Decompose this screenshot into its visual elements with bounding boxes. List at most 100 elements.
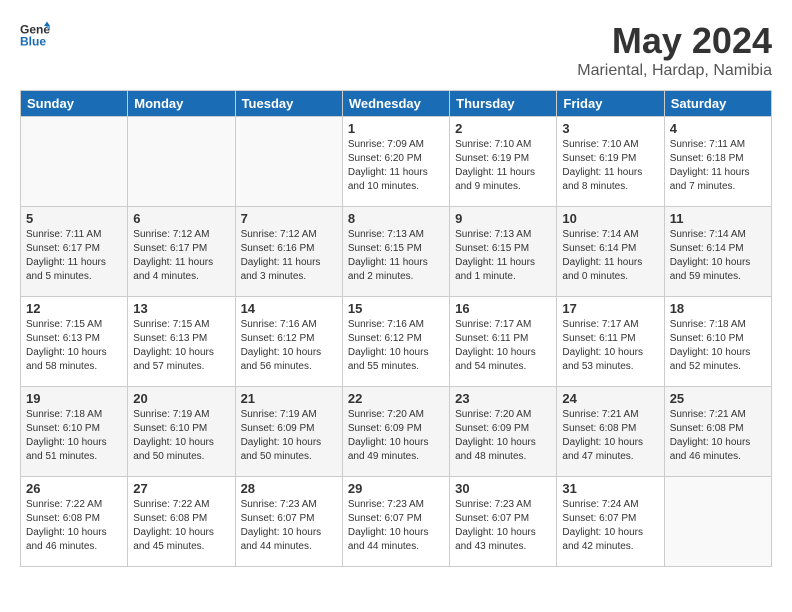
calendar-cell: 19 Sunrise: 7:18 AM Sunset: 6:10 PM Dayli… xyxy=(21,387,128,477)
day-info: Sunrise: 7:12 AM Sunset: 6:17 PM Dayligh… xyxy=(133,228,229,284)
day-info: Sunrise: 7:15 AM Sunset: 6:13 PM Dayligh… xyxy=(26,318,122,374)
header: General Blue May 2024 Mariental, Hardap,… xyxy=(20,20,772,80)
calendar-cell: 15Sunrise: 7:16 AM Sunset: 6:12 PM Dayli… xyxy=(342,297,449,387)
day-number: 25 xyxy=(670,391,766,406)
calendar-cell: 11 Sunrise: 7:14 AM Sunset: 6:14 PM Dayli… xyxy=(664,207,771,297)
day-info: Sunrise: 7:11 AM Sunset: 6:18 PM Dayligh… xyxy=(670,138,766,194)
calendar-cell: 9 Sunrise: 7:13 AM Sunset: 6:15 PM Daylig… xyxy=(450,207,557,297)
day-info: Sunrise: 7:23 AM Sunset: 6:07 PM Dayligh… xyxy=(241,498,337,554)
calendar-cell: 17Sunrise: 7:17 AM Sunset: 6:11 PM Dayli… xyxy=(557,297,664,387)
calendar-title: May 2024 xyxy=(577,20,772,62)
day-info: Sunrise: 7:10 AM Sunset: 6:19 PM Dayligh… xyxy=(562,138,658,194)
day-number: 21 xyxy=(241,391,337,406)
day-info: Sunrise: 7:19 AM Sunset: 6:09 PM Dayligh… xyxy=(241,408,337,464)
calendar-cell: 5 Sunrise: 7:11 AM Sunset: 6:17 PM Daylig… xyxy=(21,207,128,297)
calendar-cell: 13 Sunrise: 7:15 AM Sunset: 6:13 PM Dayli… xyxy=(128,297,235,387)
calendar-cell: 6 Sunrise: 7:12 AM Sunset: 6:17 PM Daylig… xyxy=(128,207,235,297)
day-info: Sunrise: 7:18 AM Sunset: 6:10 PM Dayligh… xyxy=(670,318,766,374)
day-info: Sunrise: 7:14 AM Sunset: 6:14 PM Dayligh… xyxy=(562,228,658,284)
day-info: Sunrise: 7:12 AM Sunset: 6:16 PM Dayligh… xyxy=(241,228,337,284)
day-number: 28 xyxy=(241,481,337,496)
day-info: Sunrise: 7:20 AM Sunset: 6:09 PM Dayligh… xyxy=(455,408,551,464)
calendar-week-5: 26 Sunrise: 7:22 AM Sunset: 6:08 PM Dayli… xyxy=(21,477,772,567)
calendar-cell: 10 Sunrise: 7:14 AM Sunset: 6:14 PM Dayli… xyxy=(557,207,664,297)
day-number: 20 xyxy=(133,391,229,406)
day-number: 4 xyxy=(670,121,766,136)
calendar-cell: 30 Sunrise: 7:23 AM Sunset: 6:07 PM Dayli… xyxy=(450,477,557,567)
calendar-week-2: 5 Sunrise: 7:11 AM Sunset: 6:17 PM Daylig… xyxy=(21,207,772,297)
day-info: Sunrise: 7:14 AM Sunset: 6:14 PM Dayligh… xyxy=(670,228,766,284)
calendar-cell: 12 Sunrise: 7:15 AM Sunset: 6:13 PM Dayli… xyxy=(21,297,128,387)
day-number: 8 xyxy=(348,211,444,226)
day-info: Sunrise: 7:16 AM Sunset: 6:12 PM Dayligh… xyxy=(348,318,444,374)
day-number: 3 xyxy=(562,121,658,136)
day-info: Sunrise: 7:11 AM Sunset: 6:17 PM Dayligh… xyxy=(26,228,122,284)
logo-icon: General Blue xyxy=(20,20,50,50)
logo: General Blue xyxy=(20,20,50,50)
day-info: Sunrise: 7:15 AM Sunset: 6:13 PM Dayligh… xyxy=(133,318,229,374)
day-number: 2 xyxy=(455,121,551,136)
calendar-cell: 14Sunrise: 7:16 AM Sunset: 6:12 PM Dayli… xyxy=(235,297,342,387)
header-thursday: Thursday xyxy=(450,91,557,117)
day-info: Sunrise: 7:10 AM Sunset: 6:19 PM Dayligh… xyxy=(455,138,551,194)
calendar-cell: 21 Sunrise: 7:19 AM Sunset: 6:09 PM Dayli… xyxy=(235,387,342,477)
calendar-cell: 23 Sunrise: 7:20 AM Sunset: 6:09 PM Dayli… xyxy=(450,387,557,477)
day-number: 11 xyxy=(670,211,766,226)
svg-text:Blue: Blue xyxy=(20,35,46,49)
day-number: 23 xyxy=(455,391,551,406)
calendar-cell: 27 Sunrise: 7:22 AM Sunset: 6:08 PM Dayli… xyxy=(128,477,235,567)
calendar-cell xyxy=(128,117,235,207)
day-number: 22 xyxy=(348,391,444,406)
day-info: Sunrise: 7:22 AM Sunset: 6:08 PM Dayligh… xyxy=(133,498,229,554)
day-number: 5 xyxy=(26,211,122,226)
calendar-week-4: 19 Sunrise: 7:18 AM Sunset: 6:10 PM Dayli… xyxy=(21,387,772,477)
calendar-cell: 16Sunrise: 7:17 AM Sunset: 6:11 PM Dayli… xyxy=(450,297,557,387)
calendar-cell: 7 Sunrise: 7:12 AM Sunset: 6:16 PM Daylig… xyxy=(235,207,342,297)
calendar-cell: 24 Sunrise: 7:21 AM Sunset: 6:08 PM Dayli… xyxy=(557,387,664,477)
day-info: Sunrise: 7:13 AM Sunset: 6:15 PM Dayligh… xyxy=(348,228,444,284)
day-number: 9 xyxy=(455,211,551,226)
header-tuesday: Tuesday xyxy=(235,91,342,117)
day-number: 12 xyxy=(26,301,122,316)
day-number: 13 xyxy=(133,301,229,316)
day-number: 16 xyxy=(455,301,551,316)
calendar-cell: 28 Sunrise: 7:23 AM Sunset: 6:07 PM Dayli… xyxy=(235,477,342,567)
calendar-cell: 31Sunrise: 7:24 AM Sunset: 6:07 PM Dayli… xyxy=(557,477,664,567)
day-number: 26 xyxy=(26,481,122,496)
calendar-cell: 25 Sunrise: 7:21 AM Sunset: 6:08 PM Dayli… xyxy=(664,387,771,477)
calendar-week-3: 12 Sunrise: 7:15 AM Sunset: 6:13 PM Dayli… xyxy=(21,297,772,387)
day-info: Sunrise: 7:19 AM Sunset: 6:10 PM Dayligh… xyxy=(133,408,229,464)
day-info: Sunrise: 7:21 AM Sunset: 6:08 PM Dayligh… xyxy=(670,408,766,464)
calendar-cell xyxy=(664,477,771,567)
day-info: Sunrise: 7:18 AM Sunset: 6:10 PM Dayligh… xyxy=(26,408,122,464)
header-saturday: Saturday xyxy=(664,91,771,117)
calendar-cell: 20 Sunrise: 7:19 AM Sunset: 6:10 PM Dayli… xyxy=(128,387,235,477)
day-number: 1 xyxy=(348,121,444,136)
day-number: 18 xyxy=(670,301,766,316)
day-info: Sunrise: 7:23 AM Sunset: 6:07 PM Dayligh… xyxy=(455,498,551,554)
day-info: Sunrise: 7:22 AM Sunset: 6:08 PM Dayligh… xyxy=(26,498,122,554)
calendar-cell xyxy=(21,117,128,207)
day-info: Sunrise: 7:09 AM Sunset: 6:20 PM Dayligh… xyxy=(348,138,444,194)
day-number: 10 xyxy=(562,211,658,226)
calendar-week-1: 1 Sunrise: 7:09 AM Sunset: 6:20 PM Daylig… xyxy=(21,117,772,207)
day-number: 27 xyxy=(133,481,229,496)
day-info: Sunrise: 7:13 AM Sunset: 6:15 PM Dayligh… xyxy=(455,228,551,284)
day-number: 7 xyxy=(241,211,337,226)
calendar-table: SundayMondayTuesdayWednesdayThursdayFrid… xyxy=(20,90,772,567)
header-sunday: Sunday xyxy=(21,91,128,117)
day-info: Sunrise: 7:20 AM Sunset: 6:09 PM Dayligh… xyxy=(348,408,444,464)
day-number: 24 xyxy=(562,391,658,406)
calendar-cell xyxy=(235,117,342,207)
title-area: May 2024 Mariental, Hardap, Namibia xyxy=(577,20,772,80)
day-info: Sunrise: 7:21 AM Sunset: 6:08 PM Dayligh… xyxy=(562,408,658,464)
day-number: 19 xyxy=(26,391,122,406)
day-number: 30 xyxy=(455,481,551,496)
calendar-cell: 4 Sunrise: 7:11 AM Sunset: 6:18 PM Daylig… xyxy=(664,117,771,207)
day-number: 6 xyxy=(133,211,229,226)
calendar-cell: 22 Sunrise: 7:20 AM Sunset: 6:09 PM Dayli… xyxy=(342,387,449,477)
day-info: Sunrise: 7:17 AM Sunset: 6:11 PM Dayligh… xyxy=(562,318,658,374)
calendar-cell: 2 Sunrise: 7:10 AM Sunset: 6:19 PM Daylig… xyxy=(450,117,557,207)
calendar-cell: 18 Sunrise: 7:18 AM Sunset: 6:10 PM Dayli… xyxy=(664,297,771,387)
calendar-cell: 29Sunrise: 7:23 AM Sunset: 6:07 PM Dayli… xyxy=(342,477,449,567)
